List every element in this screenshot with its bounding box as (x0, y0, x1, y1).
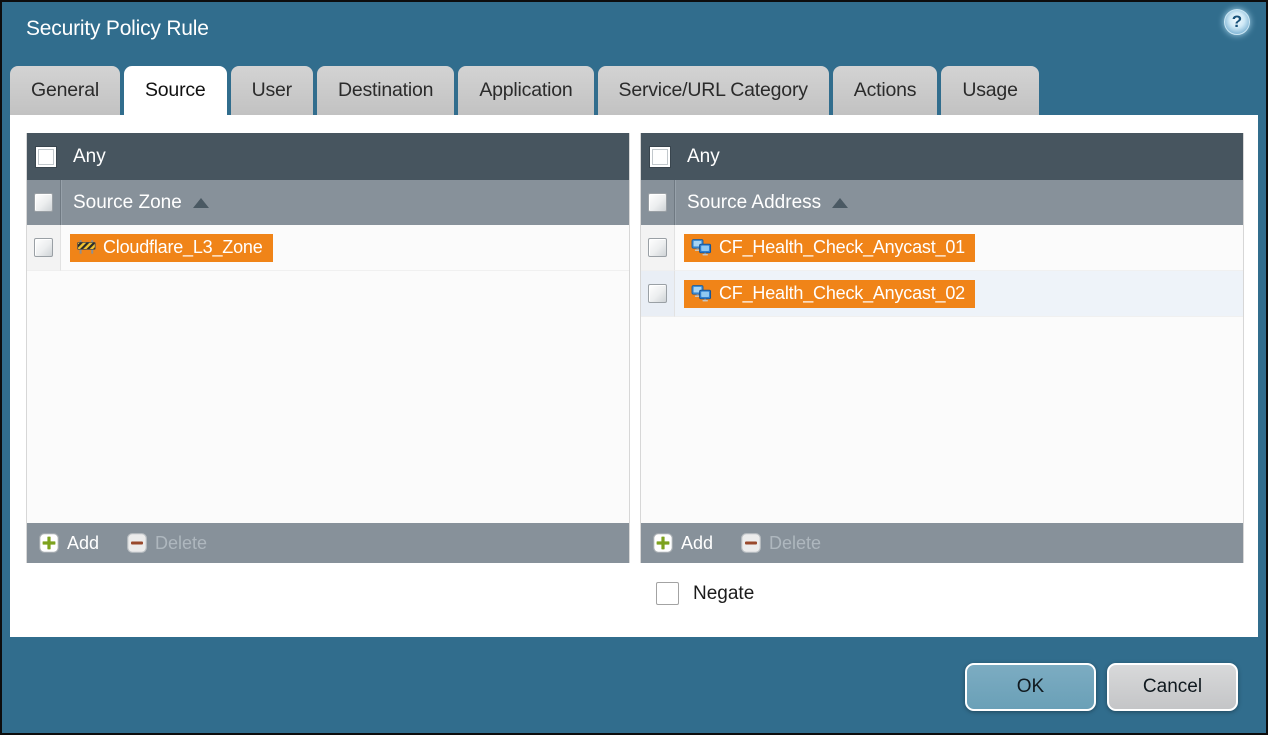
row-content: Cloudflare_L3_Zone (61, 225, 629, 271)
source-zone-any-label: Any (73, 146, 106, 168)
source-address-sort-header[interactable]: Source Address (675, 180, 848, 225)
source-address-rows: CF_Health_Check_Anycast_01 (641, 225, 1243, 523)
zone-icon (77, 239, 96, 255)
tab-application[interactable]: Application (458, 66, 593, 115)
tab-actions[interactable]: Actions (833, 66, 938, 115)
source-zone-rows: Cloudflare_L3_Zone (27, 225, 629, 523)
source-tab-content: Any Source Zone (10, 115, 1258, 637)
dialog-title: Security Policy Rule (26, 17, 209, 41)
tab-general[interactable]: General (10, 66, 120, 115)
delete-button[interactable]: Delete (127, 533, 207, 554)
address-entry-label: CF_Health_Check_Anycast_02 (719, 283, 965, 304)
tab-source[interactable]: Source (124, 66, 227, 115)
row-checkbox[interactable] (648, 238, 667, 257)
cancel-button[interactable]: Cancel (1107, 663, 1238, 711)
source-address-panel: Any Source Address (640, 133, 1244, 563)
table-row: CF_Health_Check_Anycast_01 (641, 225, 1243, 271)
add-plus-icon (653, 533, 673, 553)
source-address-any-label: Any (687, 146, 720, 168)
negate-row: Negate (656, 582, 1258, 605)
delete-minus-icon (741, 533, 761, 553)
add-button[interactable]: Add (653, 533, 713, 554)
source-address-select-all-checkbox[interactable] (648, 193, 667, 212)
negate-checkbox[interactable] (656, 582, 679, 605)
zone-entry-label: Cloudflare_L3_Zone (103, 237, 263, 258)
address-entry-chip[interactable]: CF_Health_Check_Anycast_01 (684, 234, 975, 262)
tab-destination[interactable]: Destination (317, 66, 454, 115)
add-button[interactable]: Add (39, 533, 99, 554)
security-policy-rule-dialog: Security Policy Rule ? General Source Us… (0, 0, 1268, 735)
delete-minus-icon (127, 533, 147, 553)
dialog-footer: OK Cancel (2, 637, 1266, 711)
source-zone-any-header: Any (27, 133, 629, 180)
address-icon (691, 239, 712, 256)
row-checkbox[interactable] (34, 238, 53, 257)
table-row: CF_Health_Check_Anycast_02 (641, 271, 1243, 317)
tab-usage[interactable]: Usage (941, 66, 1038, 115)
tab-bar: General Source User Destination Applicat… (2, 66, 1266, 115)
sort-ascending-icon (832, 198, 848, 208)
panels: Any Source Zone (26, 133, 1258, 563)
row-checkbox-cell (641, 271, 675, 317)
source-address-column-label: Source Address (687, 192, 821, 214)
source-zone-column-label: Source Zone (73, 192, 182, 214)
row-checkbox-cell (27, 225, 61, 271)
source-zone-any-checkbox[interactable] (35, 146, 57, 168)
tab-service-url-category[interactable]: Service/URL Category (598, 66, 829, 115)
delete-button-label: Delete (155, 533, 207, 554)
source-address-footer: Add Delete (641, 523, 1243, 563)
row-content: CF_Health_Check_Anycast_01 (675, 225, 1243, 271)
zone-entry-chip[interactable]: Cloudflare_L3_Zone (70, 234, 273, 262)
address-entry-chip[interactable]: CF_Health_Check_Anycast_02 (684, 280, 975, 308)
address-entry-label: CF_Health_Check_Anycast_01 (719, 237, 965, 258)
delete-button[interactable]: Delete (741, 533, 821, 554)
address-icon (691, 285, 712, 302)
source-address-any-checkbox[interactable] (649, 146, 671, 168)
add-button-label: Add (67, 533, 99, 554)
delete-button-label: Delete (769, 533, 821, 554)
source-address-select-all-cell (641, 180, 675, 225)
source-address-column-header[interactable]: Source Address (641, 180, 1243, 225)
table-row: Cloudflare_L3_Zone (27, 225, 629, 271)
source-zone-column-header[interactable]: Source Zone (27, 180, 629, 225)
add-button-label: Add (681, 533, 713, 554)
source-zone-footer: Add Delete (27, 523, 629, 563)
negate-label: Negate (693, 583, 754, 605)
source-zone-sort-header[interactable]: Source Zone (61, 180, 209, 225)
row-content: CF_Health_Check_Anycast_02 (675, 271, 1243, 317)
source-zone-select-all-checkbox[interactable] (34, 193, 53, 212)
add-plus-icon (39, 533, 59, 553)
sort-ascending-icon (193, 198, 209, 208)
source-zone-panel: Any Source Zone (26, 133, 630, 563)
row-checkbox[interactable] (648, 284, 667, 303)
tab-user[interactable]: User (231, 66, 313, 115)
help-question-icon[interactable]: ? (1224, 9, 1250, 35)
source-address-any-header: Any (641, 133, 1243, 180)
ok-button[interactable]: OK (965, 663, 1096, 711)
titlebar: Security Policy Rule ? (2, 2, 1266, 66)
row-checkbox-cell (641, 225, 675, 271)
source-zone-select-all-cell (27, 180, 61, 225)
